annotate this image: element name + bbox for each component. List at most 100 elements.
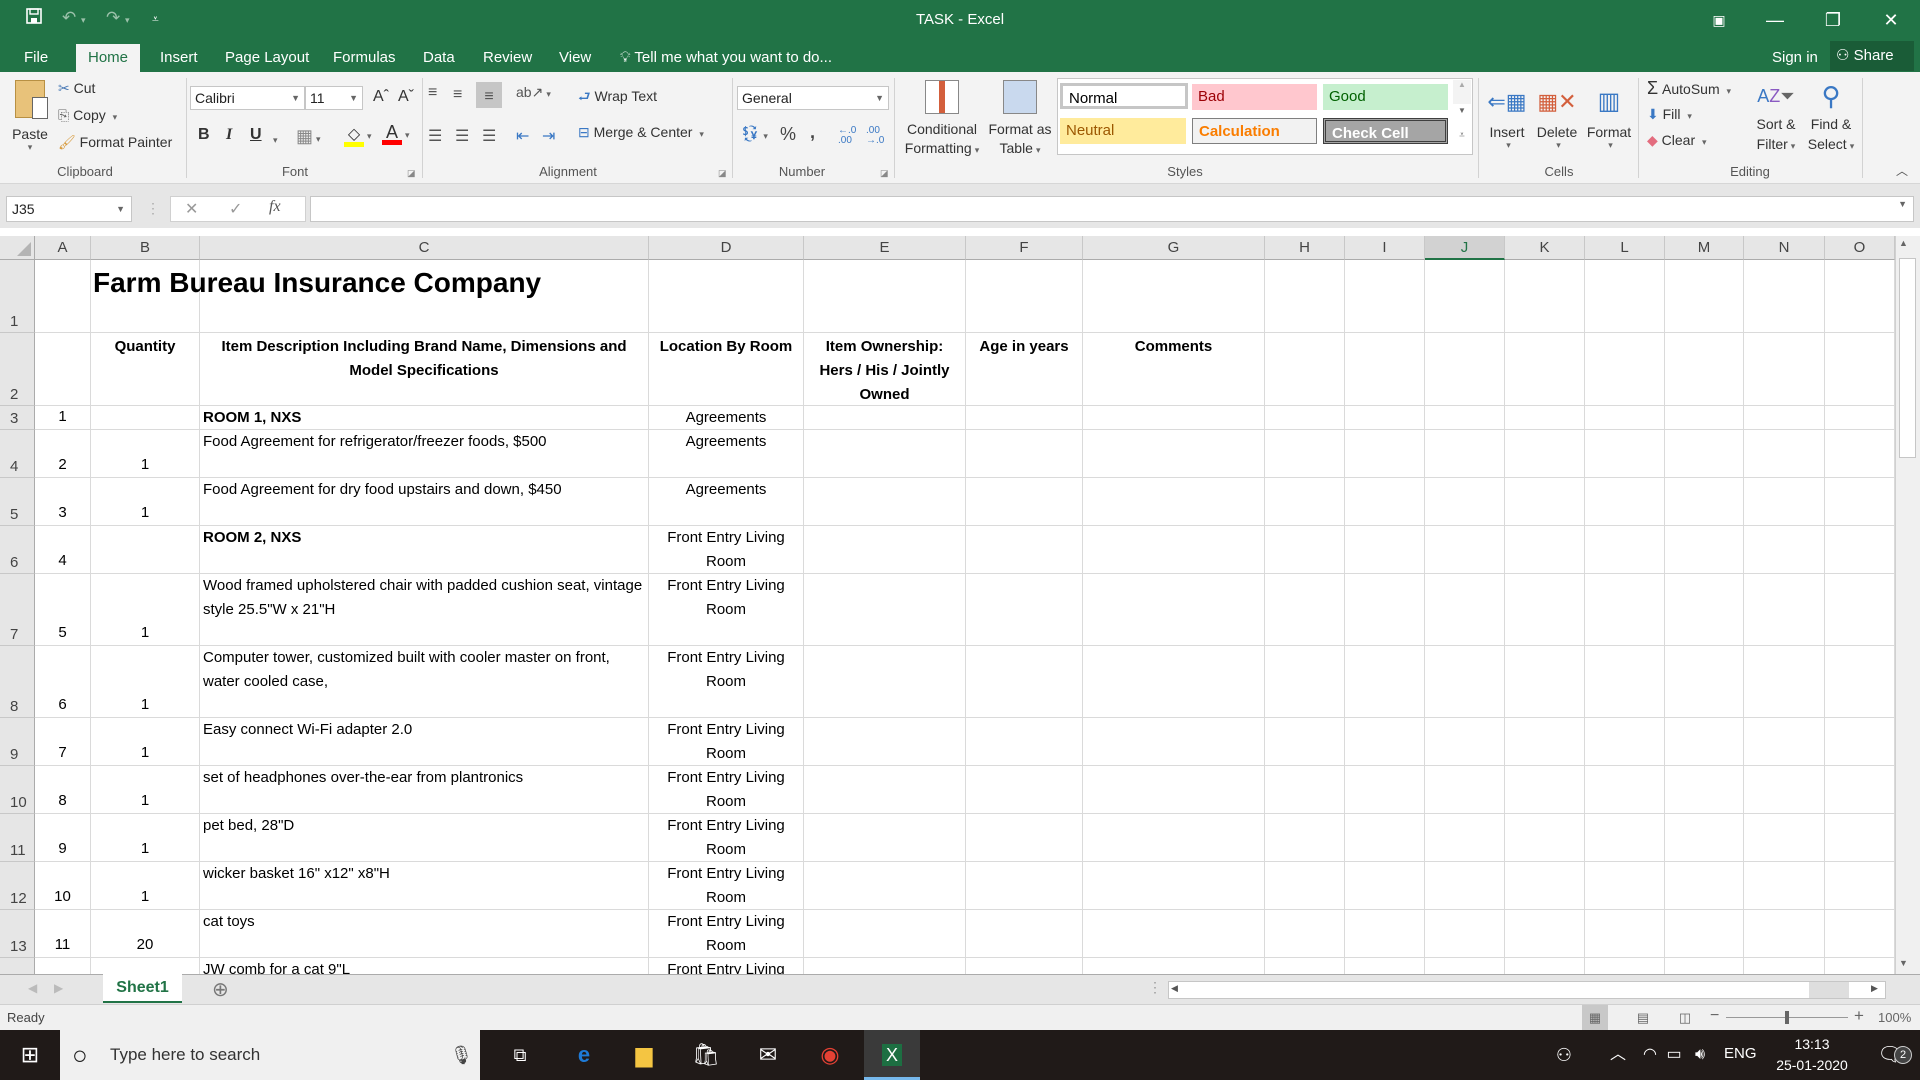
cell-g9[interactable] bbox=[1083, 718, 1265, 766]
cell-o10[interactable] bbox=[1825, 766, 1895, 814]
format-as-table-button[interactable]: Format as Table ▾ bbox=[986, 80, 1054, 160]
column-header-i[interactable]: I bbox=[1345, 236, 1425, 260]
cell-b10[interactable]: 1 bbox=[91, 766, 200, 814]
cell-i14[interactable] bbox=[1345, 958, 1425, 974]
row-header-5[interactable]: 5 bbox=[0, 478, 35, 526]
microphone-icon[interactable]: 🎙︎ bbox=[450, 1030, 473, 1080]
cell-n7[interactable] bbox=[1744, 574, 1825, 646]
cell-l7[interactable] bbox=[1585, 574, 1665, 646]
splitter-handle-icon[interactable]: ⋮ bbox=[1148, 979, 1162, 996]
prev-sheet-icon[interactable]: ◀ bbox=[28, 981, 37, 995]
name-box[interactable]: J35 ▼ bbox=[6, 196, 132, 222]
cell-l5[interactable] bbox=[1585, 478, 1665, 526]
autosum-button[interactable]: Σ AutoSum ▾ bbox=[1647, 78, 1731, 99]
cell-d9[interactable]: Front Entry Living Room bbox=[649, 718, 804, 766]
edge-browser-icon[interactable]: e bbox=[556, 1030, 612, 1080]
cell-f6[interactable] bbox=[966, 526, 1083, 574]
cell-a8[interactable]: 6 bbox=[35, 646, 91, 718]
cell-h8[interactable] bbox=[1265, 646, 1345, 718]
cell-c10[interactable]: set of headphones over-the-ear from plan… bbox=[200, 766, 649, 814]
header-ownership[interactable]: Item Ownership: Hers / His / Jointly Own… bbox=[804, 333, 966, 406]
windows-start-button[interactable]: ⊞ bbox=[2, 1030, 58, 1080]
cell-l10[interactable] bbox=[1585, 766, 1665, 814]
cell-h7[interactable] bbox=[1265, 574, 1345, 646]
row-header-6[interactable]: 6 bbox=[0, 526, 35, 574]
cell-c4[interactable]: Food Agreement for refrigerator/freezer … bbox=[200, 430, 649, 478]
cell-l13[interactable] bbox=[1585, 910, 1665, 958]
cell-b12[interactable]: 1 bbox=[91, 862, 200, 910]
percent-style-button[interactable]: % bbox=[780, 124, 796, 145]
cell-n11[interactable] bbox=[1744, 814, 1825, 862]
column-header-k[interactable]: K bbox=[1505, 236, 1585, 260]
cell-l11[interactable] bbox=[1585, 814, 1665, 862]
restore-button[interactable]: ❐ bbox=[1810, 4, 1856, 36]
cell-k2[interactable] bbox=[1505, 333, 1585, 406]
cell-b11[interactable]: 1 bbox=[91, 814, 200, 862]
cell-k1[interactable] bbox=[1505, 260, 1585, 333]
column-header-n[interactable]: N bbox=[1744, 236, 1825, 260]
column-header-c[interactable]: C bbox=[200, 236, 649, 260]
vertical-scrollbar[interactable]: ▲ ▼ bbox=[1895, 236, 1920, 974]
row-header-2[interactable]: 2 bbox=[0, 333, 35, 406]
sign-in-link[interactable]: Sign in bbox=[1772, 44, 1818, 72]
cell-n13[interactable] bbox=[1744, 910, 1825, 958]
cell-e13[interactable] bbox=[804, 910, 966, 958]
cell-h10[interactable] bbox=[1265, 766, 1345, 814]
cell-f13[interactable] bbox=[966, 910, 1083, 958]
cell-m8[interactable] bbox=[1665, 646, 1744, 718]
zoom-slider-thumb[interactable] bbox=[1785, 1011, 1789, 1024]
cell-e3[interactable] bbox=[804, 406, 966, 430]
accounting-format-button[interactable]: 💱︎ ▾ bbox=[740, 124, 768, 144]
header-description[interactable]: Item Description Including Brand Name, D… bbox=[200, 333, 649, 406]
style-check-cell[interactable]: Check Cell bbox=[1323, 118, 1448, 144]
cell-c8[interactable]: Computer tower, customized built with co… bbox=[200, 646, 649, 718]
cell-m2[interactable] bbox=[1665, 333, 1744, 406]
cell-k10[interactable] bbox=[1505, 766, 1585, 814]
cell-c7[interactable]: Wood framed upholstered chair with padde… bbox=[200, 574, 649, 646]
cell-m11[interactable] bbox=[1665, 814, 1744, 862]
number-dialog-launcher-icon[interactable]: ◪ bbox=[880, 168, 889, 179]
cell-f3[interactable] bbox=[966, 406, 1083, 430]
increase-font-size-button[interactable]: Aˆ bbox=[373, 88, 389, 106]
expand-formula-bar-icon[interactable]: ▼ bbox=[1898, 199, 1907, 209]
cell-e11[interactable] bbox=[804, 814, 966, 862]
cell-g5[interactable] bbox=[1083, 478, 1265, 526]
tab-page-layout[interactable]: Page Layout bbox=[215, 44, 319, 72]
row-header-9[interactable]: 9 bbox=[0, 718, 35, 766]
cell-l1[interactable] bbox=[1585, 260, 1665, 333]
vertical-scroll-thumb[interactable] bbox=[1899, 258, 1916, 458]
cell-b3[interactable] bbox=[91, 406, 200, 430]
row-header-13[interactable]: 13 bbox=[0, 910, 35, 958]
page-layout-view-button[interactable]: ▤ bbox=[1630, 1005, 1656, 1031]
cell-a9[interactable]: 7 bbox=[35, 718, 91, 766]
cell-a11[interactable]: 9 bbox=[35, 814, 91, 862]
cell-d7[interactable]: Front Entry Living Room bbox=[649, 574, 804, 646]
cell-i2[interactable] bbox=[1345, 333, 1425, 406]
cell-f7[interactable] bbox=[966, 574, 1083, 646]
gallery-scroll-up-button[interactable]: ▲ bbox=[1453, 80, 1471, 104]
conditional-formatting-button[interactable]: Conditional Formatting ▾ bbox=[900, 80, 984, 160]
cell-b14[interactable] bbox=[91, 958, 200, 974]
cell-k6[interactable] bbox=[1505, 526, 1585, 574]
scroll-down-icon[interactable]: ▼ bbox=[1899, 958, 1908, 968]
cell-k8[interactable] bbox=[1505, 646, 1585, 718]
cell-d14[interactable]: Front Entry Living bbox=[649, 958, 804, 974]
column-header-h[interactable]: H bbox=[1265, 236, 1345, 260]
horizontal-scrollbar[interactable]: ◀ ▶ bbox=[1168, 981, 1886, 999]
cell-n4[interactable] bbox=[1744, 430, 1825, 478]
find-select-button[interactable]: ⚲ Find & Select ▾ bbox=[1804, 78, 1858, 156]
cell-c6[interactable]: ROOM 2, NXS bbox=[200, 526, 649, 574]
normal-view-button[interactable]: ▦ bbox=[1582, 1005, 1608, 1031]
close-button[interactable]: ✕ bbox=[1868, 4, 1914, 36]
sheet-tab-sheet1[interactable]: Sheet1 bbox=[103, 974, 182, 1003]
row-header-1[interactable]: 1 bbox=[0, 260, 35, 333]
cell-d12[interactable]: Front Entry Living Room bbox=[649, 862, 804, 910]
cell-j5[interactable] bbox=[1425, 478, 1505, 526]
column-header-o[interactable]: O bbox=[1825, 236, 1895, 260]
borders-button[interactable]: ▦ ▾ bbox=[296, 126, 321, 147]
cell-o3[interactable] bbox=[1825, 406, 1895, 430]
cell-h2[interactable] bbox=[1265, 333, 1345, 406]
paste-button[interactable]: Paste ▾ bbox=[10, 78, 50, 158]
cell-l3[interactable] bbox=[1585, 406, 1665, 430]
cell-i11[interactable] bbox=[1345, 814, 1425, 862]
